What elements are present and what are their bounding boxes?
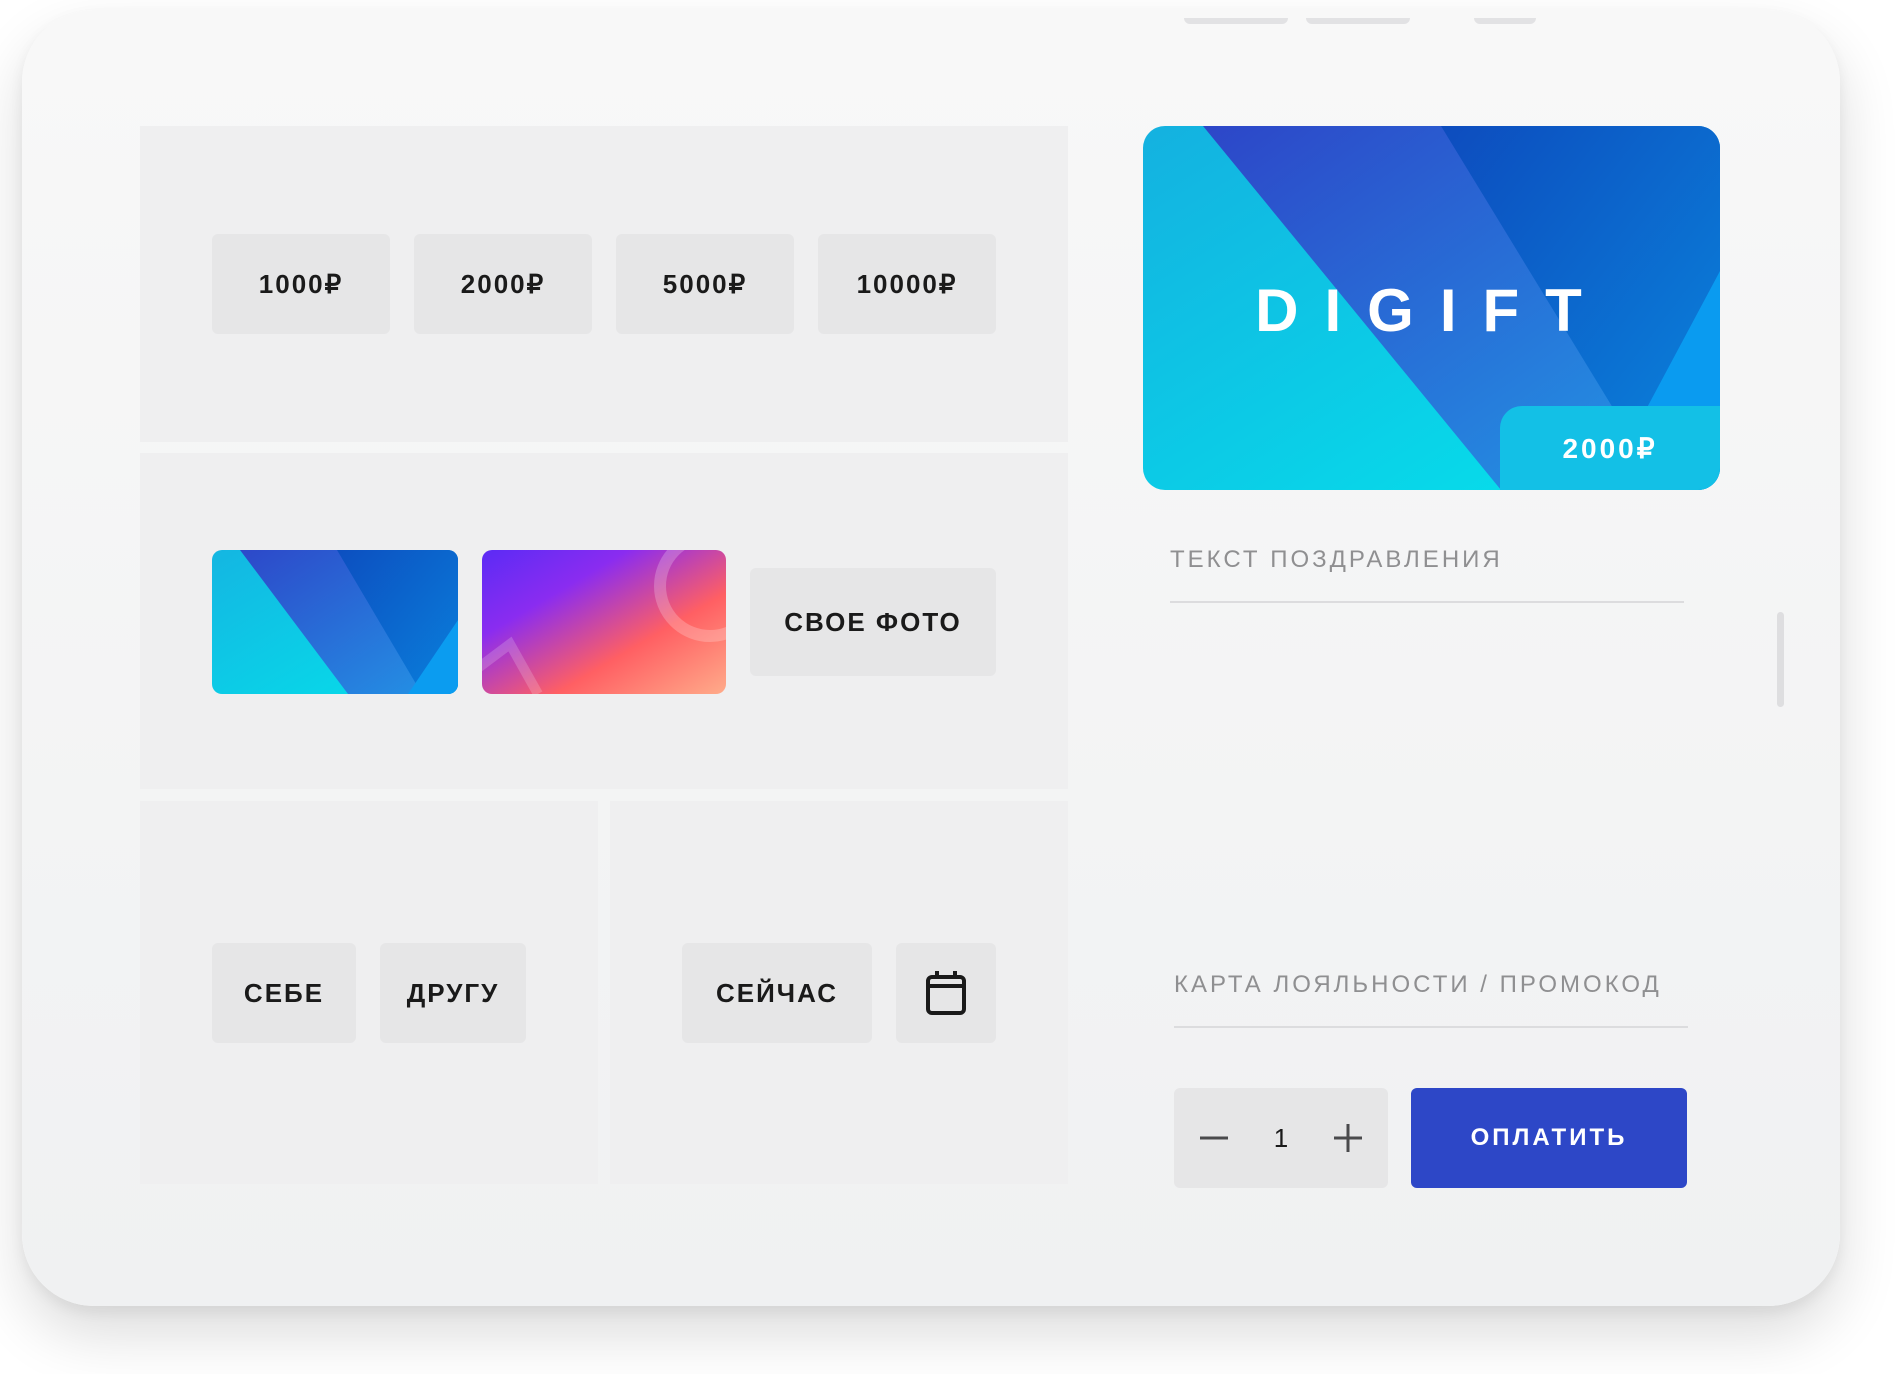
promo-code-field[interactable]: КАРТА ЛОЯЛЬНОСТИ / ПРОМОКОД: [1174, 971, 1662, 999]
greeting-scrollbar[interactable]: [1777, 612, 1784, 707]
amount-button-2000[interactable]: 2000₽: [414, 234, 592, 334]
card-brand-logo: DIGIFT: [1255, 277, 1608, 344]
greeting-text-field[interactable]: ТЕКСТ ПОЗДРАВЛЕНИЯ: [1170, 546, 1503, 574]
top-tab: [1474, 18, 1536, 24]
decrease-button[interactable]: [1194, 1118, 1234, 1158]
quantity-stepper: 1: [1174, 1088, 1388, 1188]
self-button[interactable]: СЕБЕ: [212, 943, 356, 1043]
purple-design-graphic: [482, 550, 726, 694]
design-thumb-blue[interactable]: [212, 550, 458, 694]
send-now-button[interactable]: СЕЙЧАС: [682, 943, 872, 1043]
design-thumb-gradient[interactable]: [482, 550, 726, 694]
plus-icon: [1334, 1124, 1362, 1152]
greeting-underline: [1170, 601, 1684, 603]
date-picker-button[interactable]: [896, 943, 996, 1043]
own-photo-button[interactable]: СВОЕ ФОТО: [750, 568, 996, 676]
blue-design-graphic: [212, 550, 458, 694]
minus-icon: [1200, 1136, 1228, 1140]
gift-card-preview: DIGIFT 2000₽: [1143, 126, 1720, 490]
card-amount-badge: 2000₽: [1500, 406, 1720, 490]
amount-button-1000[interactable]: 1000₽: [212, 234, 390, 334]
top-tab: [1184, 18, 1288, 24]
quantity-value: 1: [1273, 1122, 1289, 1153]
amount-button-5000[interactable]: 5000₽: [616, 234, 794, 334]
calendar-icon: [926, 971, 966, 1015]
friend-button[interactable]: ДРУГУ: [380, 943, 526, 1043]
top-tab: [1306, 18, 1410, 24]
amount-button-10000[interactable]: 10000₽: [818, 234, 996, 334]
recipient-panel: [140, 801, 598, 1184]
promo-underline: [1174, 1026, 1688, 1028]
increase-button[interactable]: [1328, 1118, 1368, 1158]
pay-button[interactable]: ОПЛАТИТЬ: [1411, 1088, 1687, 1188]
